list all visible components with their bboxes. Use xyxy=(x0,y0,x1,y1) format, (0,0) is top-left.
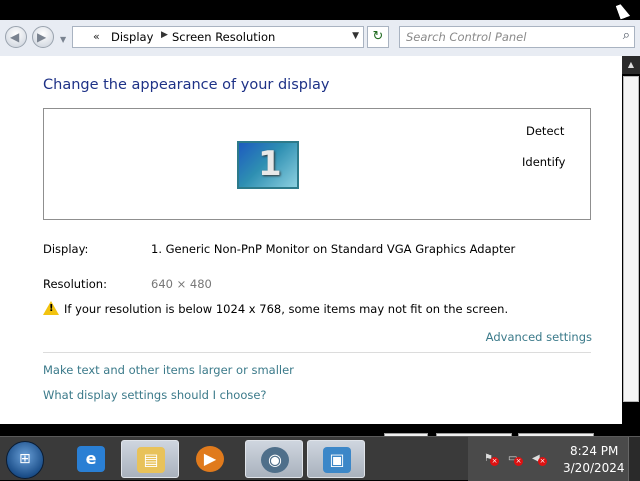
forward-arrow-icon: ▶ xyxy=(37,30,47,44)
divider xyxy=(43,352,591,353)
network-icon: ◉ xyxy=(261,447,289,473)
address-dropdown-icon[interactable]: ▼ xyxy=(352,31,359,41)
warning-exclamation: ! xyxy=(49,303,54,314)
windows-explorer-icon: ▤ xyxy=(137,447,165,473)
search-input[interactable]: Search Control Panel ⌕ xyxy=(399,26,635,48)
display-select[interactable]: 1. Generic Non-PnP Monitor on Standard V… xyxy=(151,242,515,256)
monitor-1-icon[interactable]: 1 xyxy=(237,141,299,189)
identify-button[interactable]: Identify xyxy=(522,155,565,169)
clock-time[interactable]: 8:24 PM xyxy=(570,444,618,458)
taskbar-display-settings[interactable]: ▣ xyxy=(307,440,365,478)
back-button[interactable]: ◀ xyxy=(5,26,27,48)
advanced-settings-link[interactable]: Advanced settings xyxy=(486,330,592,344)
display-settings-icon: ▣ xyxy=(323,447,351,473)
taskbar-network[interactable]: ◉ xyxy=(245,440,303,478)
resolution-select[interactable]: 640 × 480 xyxy=(151,277,212,291)
network-status-icon[interactable]: ▭ × xyxy=(508,453,523,466)
taskbar-windows-explorer[interactable]: ▤ xyxy=(121,440,179,478)
refresh-button[interactable]: ↻ xyxy=(367,26,389,48)
display-label: Display: xyxy=(43,242,89,256)
taskbar-media-player[interactable]: ▶ xyxy=(181,440,239,478)
search-placeholder: Search Control Panel xyxy=(406,30,527,44)
display-settings-help-link[interactable]: What display settings should I choose? xyxy=(43,388,267,402)
forward-button[interactable]: ▶ xyxy=(32,26,54,48)
taskbar-internet-explorer[interactable]: e xyxy=(62,440,120,478)
start-button[interactable]: ⊞ xyxy=(6,441,44,479)
detect-button[interactable]: Detect xyxy=(526,124,564,138)
breadcrumb-overflow-icon[interactable]: « xyxy=(93,30,100,43)
back-arrow-icon: ◀ xyxy=(10,30,20,44)
address-toolbar: ◀ ▶ ▼ « Display ▶ Screen Resolution ▼ ↻ … xyxy=(0,20,640,56)
content-pane: Change the appearance of your display 1 … xyxy=(0,56,622,440)
breadcrumb-display[interactable]: Display xyxy=(111,30,153,44)
display-preview-panel: 1 Detect Identify xyxy=(43,108,591,220)
internet-explorer-icon: e xyxy=(77,446,105,472)
show-desktop-button[interactable] xyxy=(628,437,640,481)
monitor-number: 1 xyxy=(258,144,282,184)
windows-logo-icon: ⊞ xyxy=(19,451,31,467)
text-size-link[interactable]: Make text and other items larger or smal… xyxy=(43,363,294,377)
recent-pages-dropdown-icon[interactable]: ▼ xyxy=(60,35,66,44)
breadcrumb-screen-resolution[interactable]: Screen Resolution xyxy=(172,30,275,44)
volume-icon[interactable]: ◀ × xyxy=(532,453,547,466)
window-top-strip xyxy=(0,0,640,20)
page-title: Change the appearance of your display xyxy=(43,77,330,93)
scroll-up-icon[interactable]: ▲ xyxy=(622,56,640,74)
clock-date[interactable]: 3/20/2024 xyxy=(563,461,625,475)
search-icon[interactable]: ⌕ xyxy=(623,28,630,43)
refresh-icon: ↻ xyxy=(372,29,384,44)
media-player-icon: ▶ xyxy=(196,446,224,472)
resolution-label: Resolution: xyxy=(43,277,107,291)
taskbar: ⊞ e ▤ ▶ ◉ ▣ ⚑ × ▭ × ◀ × 8:24 PM 3/20/2024 xyxy=(0,436,640,481)
breadcrumb-separator-icon[interactable]: ▶ xyxy=(161,30,168,40)
address-field[interactable]: « Display ▶ Screen Resolution ▼ xyxy=(72,26,364,48)
action-center-flag-icon[interactable]: ⚑ × xyxy=(484,453,499,466)
scrollbar-thumb[interactable] xyxy=(623,76,639,402)
resolution-warning: If your resolution is below 1024 x 768, … xyxy=(64,302,509,316)
vertical-scrollbar[interactable]: ▲ xyxy=(622,56,640,424)
mouse-cursor-icon xyxy=(615,2,631,20)
